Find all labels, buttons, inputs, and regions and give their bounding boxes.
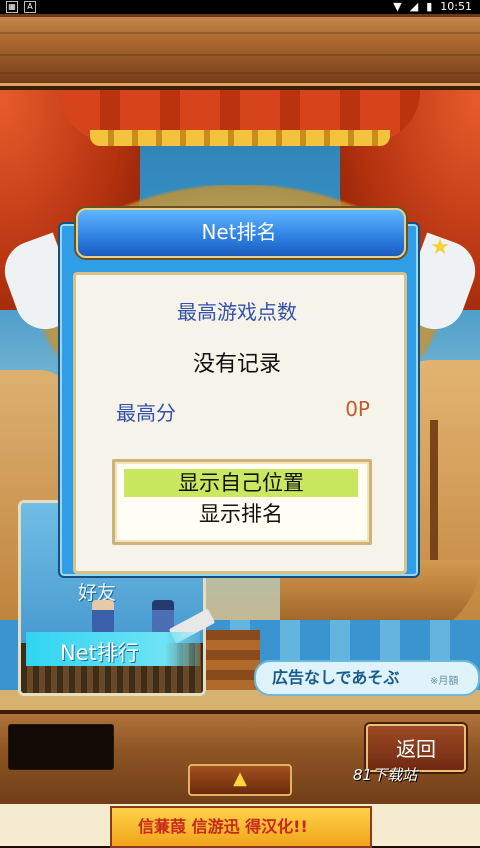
star-icon: ★ — [430, 235, 450, 260]
wood-grain-line — [0, 72, 480, 74]
wood-grain-line — [0, 32, 480, 34]
wifi-icon: ▼ — [393, 0, 402, 13]
wooden-dock — [200, 630, 260, 690]
banner-ad-text: 信蒹葭 信游迅 得汉化!! — [138, 817, 308, 836]
character-sprite — [92, 600, 114, 634]
best-score-value: 0P — [345, 397, 370, 421]
ad-free-subtext: ※月額 — [430, 676, 459, 687]
status-bar: ▦ A ▼ ◢ ▮ 10:51 — [0, 0, 480, 14]
status-time: 10:51 — [440, 0, 472, 13]
signal-icon: ◢ — [409, 0, 419, 13]
empty-info-slot — [8, 724, 114, 770]
top-wood-plank — [0, 14, 480, 90]
dialog-title: Net排名 — [201, 220, 277, 244]
up-arrow-icon: ▲ — [233, 768, 247, 789]
app-notification-icon: ▦ — [6, 1, 18, 13]
site-watermark: 81下载站 — [353, 766, 418, 784]
a-notification-icon: A — [24, 1, 36, 13]
no-record-text: 没有记录 — [192, 352, 281, 377]
show-own-position-option[interactable]: 显示自己位置 — [124, 469, 358, 497]
net-ranking-label: Net排行 — [60, 641, 139, 665]
status-icons-right: ▼ ◢ ▮ 10:51 — [393, 0, 472, 13]
highest-score-heading: 最高游戏点数 — [177, 300, 297, 324]
show-ranking-option[interactable]: 显示排名 — [124, 500, 358, 528]
back-button-label: 返回 — [396, 737, 436, 761]
battery-icon: ▮ — [426, 0, 433, 13]
best-score-label: 最高分 — [116, 401, 176, 425]
status-icons-left: ▦ A — [6, 1, 36, 13]
wood-grain-line — [0, 54, 480, 56]
ad-free-label: 広告なしであそぶ — [272, 668, 400, 687]
curtain-trim — [90, 130, 390, 146]
